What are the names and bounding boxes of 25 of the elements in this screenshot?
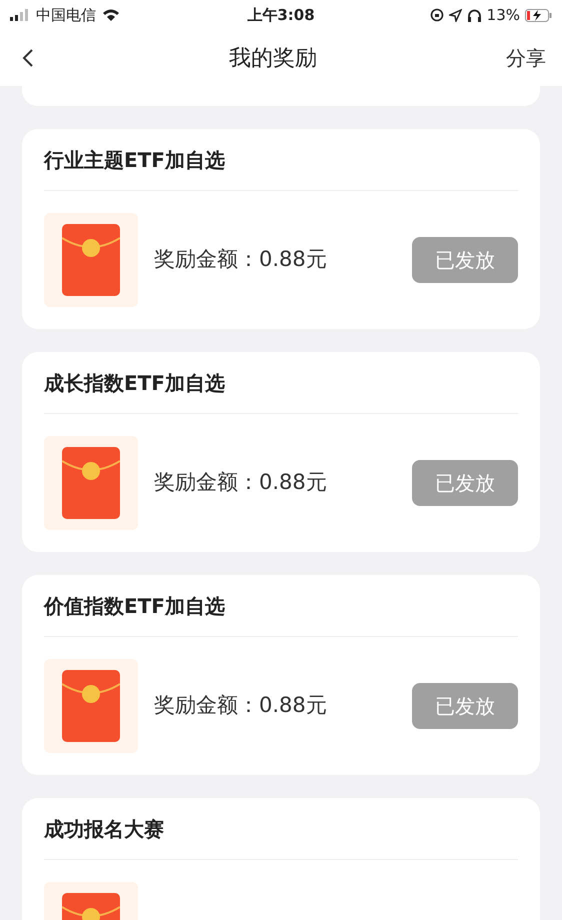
- gift-envelope-icon: [44, 659, 138, 753]
- status-button[interactable]: 已发放: [412, 460, 518, 506]
- clock-time: 上午3:08: [247, 4, 315, 26]
- reward-amount: 奖励金额：0.88元: [154, 246, 328, 274]
- headphones-icon: [466, 8, 482, 22]
- reward-title: 成功报名大赛: [44, 816, 164, 842]
- status-button[interactable]: 已发放: [412, 683, 518, 729]
- back-chevron-icon: [22, 48, 34, 68]
- status-button[interactable]: 已发放: [412, 237, 518, 283]
- rotation-lock-icon: [430, 8, 444, 22]
- reward-title: 成长指数ETF加自选: [44, 370, 225, 396]
- share-button[interactable]: 分享: [506, 43, 546, 73]
- gift-envelope-icon: [44, 213, 138, 307]
- battery-percent: 13%: [486, 4, 520, 26]
- battery-charging-icon: [525, 8, 552, 22]
- reward-amount: 奖励金额：0.88元: [154, 692, 328, 720]
- carrier-name: 中国电信: [36, 4, 96, 26]
- reward-title: 行业主题ETF加自选: [44, 146, 225, 174]
- gift-envelope-icon: [44, 436, 138, 530]
- reward-title: 价值指数ETF加自选: [44, 592, 225, 620]
- signal-icon: [10, 9, 30, 21]
- location-arrow-icon: [448, 8, 462, 22]
- page-title: 我的奖励: [229, 44, 317, 72]
- wifi-icon: [102, 8, 120, 22]
- reward-amount: 奖励金额：0.88元: [154, 469, 328, 496]
